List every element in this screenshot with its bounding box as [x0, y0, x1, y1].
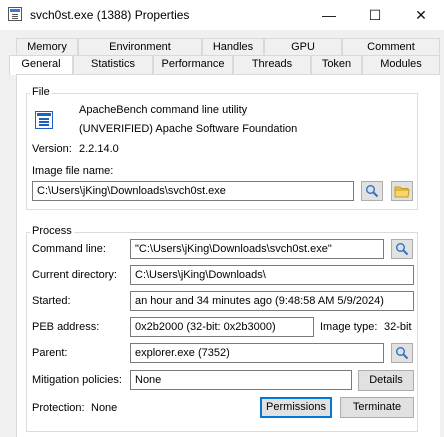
image-search-button[interactable]	[361, 181, 383, 201]
executable-icon	[35, 111, 53, 129]
open-folder-button[interactable]	[391, 181, 413, 201]
terminate-button[interactable]: Terminate	[340, 397, 414, 418]
magnifier-icon	[366, 185, 379, 198]
minimize-icon: —	[322, 7, 336, 23]
tab-token[interactable]: Token	[311, 55, 362, 74]
started-label: Started:	[32, 295, 71, 307]
version-label: Version:	[32, 143, 72, 155]
image-file-name-label: Image file name:	[32, 165, 114, 177]
tab-modules[interactable]: Modules	[362, 55, 440, 74]
current-directory-label: Current directory:	[32, 269, 117, 281]
command-line-search-button[interactable]	[391, 239, 413, 259]
parent-field[interactable]: explorer.exe (7352)	[130, 343, 384, 363]
tab-performance[interactable]: Performance	[153, 55, 233, 74]
mitigation-policies-field[interactable]: None	[130, 370, 352, 390]
image-type-label: Image type:	[320, 321, 378, 333]
close-icon: ✕	[415, 6, 427, 23]
image-file-name-field[interactable]: C:\Users\jKing\Downloads\svch0st.exe	[32, 181, 354, 201]
tab-threads[interactable]: Threads	[233, 55, 311, 74]
folder-icon	[394, 186, 410, 197]
maximize-icon: ☐	[368, 6, 382, 23]
mitigation-policies-label: Mitigation policies:	[32, 374, 122, 386]
tab-general[interactable]: General	[9, 55, 73, 75]
peb-address-field[interactable]: 0x2b2000 (32-bit: 0x2b3000)	[130, 317, 314, 337]
magnifier-icon	[396, 347, 409, 360]
process-group-title: Process	[30, 225, 74, 237]
peb-address-label: PEB address:	[32, 321, 100, 333]
image-type-value: 32-bit	[384, 321, 412, 333]
command-line-label: Command line:	[32, 243, 106, 255]
parent-search-button[interactable]	[391, 343, 413, 363]
started-field[interactable]: an hour and 34 minutes ago (9:48:58 AM 5…	[130, 291, 414, 311]
file-company: (UNVERIFIED) Apache Software Foundation	[79, 123, 298, 135]
file-description: ApacheBench command line utility	[79, 104, 248, 116]
details-button[interactable]: Details	[358, 370, 414, 391]
version-value: 2.2.14.0	[79, 143, 119, 155]
title-bar: svch0st.exe (1388) Properties — ☐ ✕	[0, 0, 444, 30]
protection-value: None	[91, 402, 118, 414]
magnifier-icon	[396, 243, 409, 256]
protection-label: Protection:	[32, 402, 85, 414]
window-title: svch0st.exe (1388) Properties	[30, 8, 190, 22]
process-properties-icon	[8, 7, 22, 21]
permissions-button[interactable]: Permissions	[260, 397, 332, 418]
tab-statistics[interactable]: Statistics	[73, 55, 153, 74]
parent-label: Parent:	[32, 347, 68, 359]
maximize-button[interactable]: ☐	[352, 0, 398, 30]
file-group-title: File	[30, 86, 52, 98]
command-line-field[interactable]: "C:\Users\jKing\Downloads\svch0st.exe"	[130, 239, 384, 259]
current-directory-field[interactable]: C:\Users\jKing\Downloads\	[130, 265, 414, 285]
close-button[interactable]: ✕	[398, 0, 444, 30]
minimize-button[interactable]: —	[306, 0, 352, 30]
